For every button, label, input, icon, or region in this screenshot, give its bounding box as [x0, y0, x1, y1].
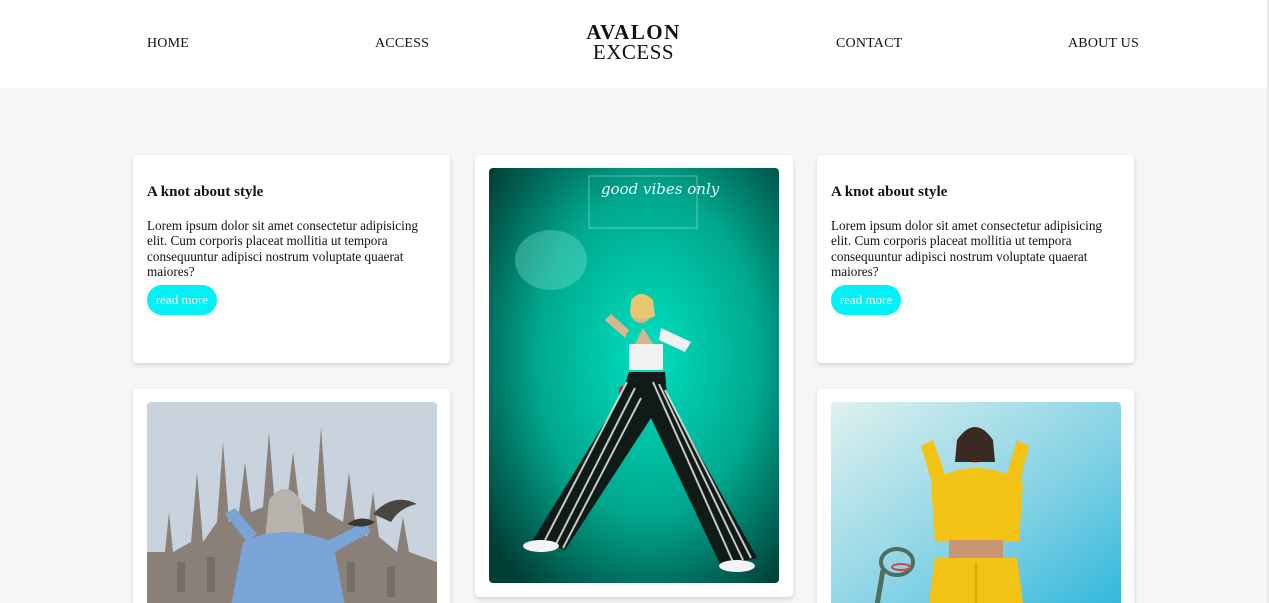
nav-about-link[interactable]: ABOUT US — [1068, 36, 1139, 52]
card-text: Lorem ipsum dolor sit amet consectetur a… — [147, 218, 419, 280]
photo-card-right — [817, 389, 1134, 603]
card-title: A knot about style — [831, 184, 948, 200]
fashion-photo-teal: good vibes only — [489, 168, 779, 583]
cathedral-image — [147, 402, 437, 603]
nav-home-link[interactable]: HOME — [147, 36, 189, 52]
fashion-photo-cathedral — [147, 402, 437, 603]
read-more-button[interactable]: read more — [147, 285, 217, 315]
card-text: Lorem ipsum dolor sit amet consectetur a… — [831, 218, 1103, 280]
teal-wall-image: good vibes only — [489, 168, 779, 583]
site-header: HOME ACCESS AVALON EXCESS CONTACT ABOUT … — [0, 0, 1269, 88]
neon-sign-text: good vibes only — [601, 180, 720, 198]
site-logo[interactable]: AVALON EXCESS — [560, 20, 707, 64]
text-card-right: A knot about style Lorem ipsum dolor sit… — [817, 155, 1134, 363]
read-more-button[interactable]: read more — [831, 285, 901, 315]
fashion-photo-yellow — [831, 402, 1121, 603]
logo-line-2: EXCESS — [592, 40, 675, 64]
yellow-hoodie-image — [831, 402, 1121, 603]
logo-line-1: AVALON — [586, 20, 681, 44]
card-title: A knot about style — [147, 184, 264, 200]
text-card-left: A knot about style Lorem ipsum dolor sit… — [133, 155, 450, 363]
photo-card-center: good vibes only — [475, 155, 793, 597]
nav-access-link[interactable]: ACCESS — [375, 36, 429, 52]
photo-card-left — [133, 389, 450, 603]
nav-contact-link[interactable]: CONTACT — [836, 36, 902, 52]
